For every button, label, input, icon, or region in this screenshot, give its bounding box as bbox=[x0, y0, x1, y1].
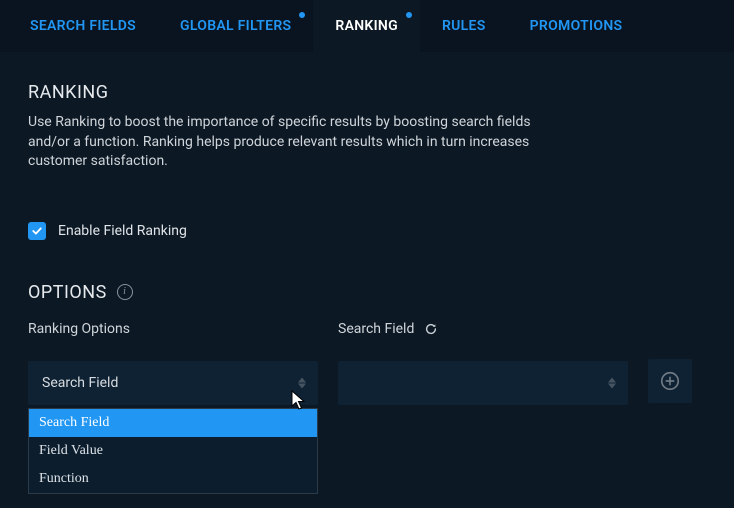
tab-label: RULES bbox=[442, 18, 486, 34]
options-heading: OPTIONS bbox=[28, 282, 107, 303]
section-heading: RANKING bbox=[28, 82, 706, 103]
refresh-icon[interactable] bbox=[424, 322, 438, 336]
tab-label: RANKING bbox=[335, 18, 398, 34]
tab-ranking[interactable]: RANKING bbox=[313, 0, 420, 52]
search-field-label: Search Field bbox=[338, 321, 414, 337]
search-field-select[interactable] bbox=[338, 361, 628, 405]
dropdown-item[interactable]: Function bbox=[29, 465, 317, 493]
tab-label: GLOBAL FILTERS bbox=[180, 18, 291, 34]
ranking-options-select[interactable]: Search Field bbox=[28, 361, 318, 405]
sort-arrows-icon bbox=[298, 377, 306, 388]
search-field-column: Search Field bbox=[338, 321, 628, 405]
ranking-options-dropdown: Search Field Field Value Function bbox=[28, 408, 318, 494]
indicator-dot-icon bbox=[406, 12, 412, 18]
tab-label: PROMOTIONS bbox=[530, 18, 623, 34]
options-heading-row: OPTIONS i bbox=[28, 282, 706, 303]
tab-rules[interactable]: RULES bbox=[420, 0, 508, 52]
plus-circle-icon bbox=[659, 370, 681, 392]
select-value: Search Field bbox=[42, 375, 118, 391]
options-fields-row: Ranking Options Search Field Search Fiel… bbox=[28, 321, 706, 405]
enable-ranking-checkbox[interactable] bbox=[28, 222, 46, 240]
dropdown-item[interactable]: Field Value bbox=[29, 437, 317, 465]
tab-label: SEARCH FIELDS bbox=[30, 18, 136, 34]
check-icon bbox=[31, 225, 43, 237]
enable-ranking-label: Enable Field Ranking bbox=[58, 223, 187, 239]
enable-ranking-row: Enable Field Ranking bbox=[28, 222, 706, 240]
add-button-column bbox=[648, 321, 692, 403]
tab-promotions[interactable]: PROMOTIONS bbox=[508, 0, 645, 52]
ranking-options-label: Ranking Options bbox=[28, 321, 318, 337]
info-icon[interactable]: i bbox=[117, 284, 133, 300]
sort-arrows-icon bbox=[608, 377, 616, 388]
add-button[interactable] bbox=[648, 359, 692, 403]
section-description: Use Ranking to boost the importance of s… bbox=[28, 113, 558, 172]
tab-bar: SEARCH FIELDS GLOBAL FILTERS RANKING RUL… bbox=[0, 0, 734, 52]
ranking-section: RANKING Use Ranking to boost the importa… bbox=[0, 52, 734, 405]
search-field-label-row: Search Field bbox=[338, 321, 628, 337]
indicator-dot-icon bbox=[299, 12, 305, 18]
dropdown-item[interactable]: Search Field bbox=[29, 409, 317, 437]
ranking-options-column: Ranking Options Search Field bbox=[28, 321, 318, 405]
tab-search-fields[interactable]: SEARCH FIELDS bbox=[8, 0, 158, 52]
tab-global-filters[interactable]: GLOBAL FILTERS bbox=[158, 0, 313, 52]
